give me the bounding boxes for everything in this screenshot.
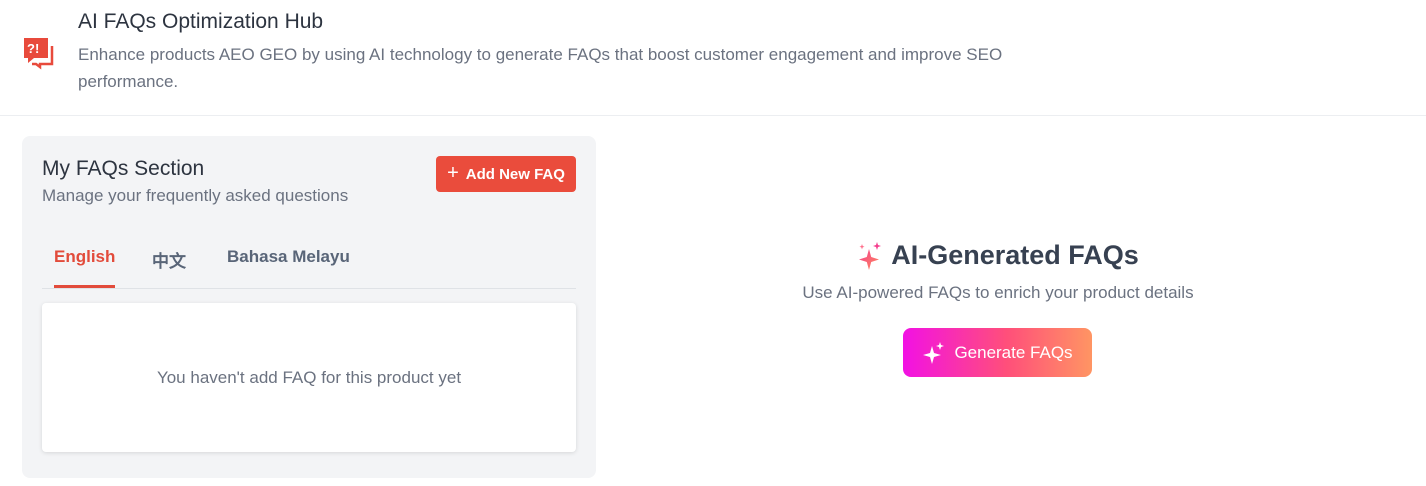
page-header: ?! AI FAQs Optimization Hub Enhance prod…: [0, 0, 1426, 116]
svg-text:?!: ?!: [27, 41, 39, 56]
empty-message: You haven't add FAQ for this product yet: [156, 367, 462, 387]
tab-english[interactable]: English: [54, 232, 116, 288]
generate-faqs-label: Generate FAQs: [954, 342, 1073, 362]
ai-section-subtitle: Use AI-powered FAQs to enrich your produ…: [802, 283, 1194, 302]
sparkles-icon: [923, 341, 945, 364]
page-title: AI FAQs Optimization Hub: [78, 10, 324, 33]
sparkles-icon: [859, 241, 882, 270]
generate-faqs-button[interactable]: Generate FAQs: [903, 328, 1092, 377]
card-title: My FAQs Section: [42, 157, 205, 180]
language-tabs: English 中文 Bahasa Melayu: [42, 232, 576, 289]
page-description: Enhance products AEO GEO by using AI tec…: [78, 45, 1003, 91]
faq-chat-icon: ?!: [24, 38, 54, 70]
card-subtitle: Manage your frequently asked questions: [42, 186, 349, 205]
ai-section-title: AI-Generated FAQs: [891, 240, 1139, 270]
ai-generated-faqs-section: AI-Generated FAQs Use AI-powered FAQs to…: [596, 116, 1400, 486]
add-new-faq-button[interactable]: + Add New FAQ: [436, 156, 576, 192]
plus-icon: +: [447, 162, 459, 184]
tab-bahasa-melayu[interactable]: Bahasa Melayu: [227, 232, 350, 289]
faq-list-empty-state: You haven't add FAQ for this product yet: [42, 303, 576, 452]
tab-chinese[interactable]: 中文: [152, 232, 186, 289]
my-faqs-card: My FAQs Section Manage your frequently a…: [22, 136, 596, 478]
ai-title-row: AI-Generated FAQs: [596, 240, 1400, 271]
add-new-faq-label: Add New FAQ: [465, 165, 565, 183]
